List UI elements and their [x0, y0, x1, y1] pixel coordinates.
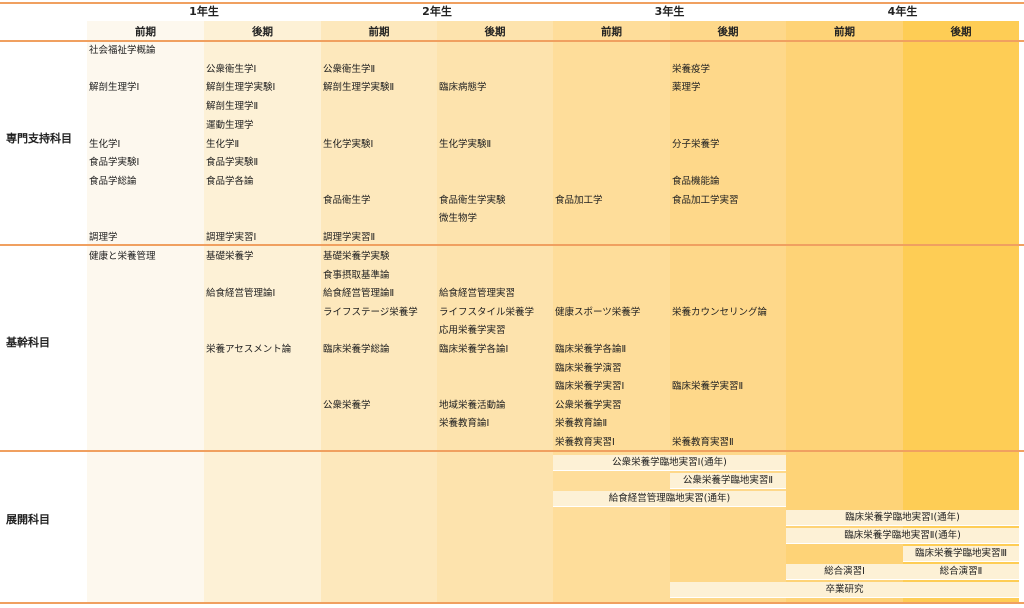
course-span-item: 公衆栄養学臨地実習Ⅱ [670, 473, 786, 490]
course-item: 食品加工学実習 [672, 194, 739, 206]
course-item: 解剖生理学Ⅱ [206, 101, 259, 113]
course-item: 調理学実習Ⅱ [323, 232, 376, 243]
course-item: 食品学総論 [89, 175, 137, 187]
category-label-core: 基幹科目 [6, 336, 50, 349]
course-item: 解剖生理学Ⅰ [89, 82, 140, 94]
semester-header: 前期 [601, 26, 622, 38]
course-item: 運動生理学 [206, 119, 254, 131]
course-item: 栄養アセスメント論 [206, 344, 292, 355]
course-item: 給食経営管理論Ⅰ [206, 288, 276, 300]
course-item: 生化学実験Ⅱ [439, 138, 492, 150]
course-item: 食事摂取基準論 [323, 269, 390, 281]
divider-line [0, 450, 1024, 452]
semester-column-bg [87, 21, 204, 604]
course-item: 栄養教育論Ⅱ [555, 418, 608, 430]
year-header: 2年生 [422, 5, 452, 18]
divider-line [0, 40, 1024, 42]
course-item: 食品学実験Ⅱ [206, 157, 259, 169]
course-item: 臨床栄養学各論Ⅱ [555, 344, 627, 355]
course-span-item: 給食経営管理臨地実習(通年) [553, 491, 786, 508]
course-item: 健康と栄養管理 [89, 251, 156, 262]
course-item: 臨床栄養学演習 [555, 362, 622, 374]
course-item: 公衆栄養学 [323, 399, 371, 411]
course-span-item: 臨床栄養学臨地実習Ⅲ [903, 546, 1019, 562]
course-item: 基礎栄養学実験 [323, 251, 390, 262]
divider-line [0, 602, 1024, 604]
course-item: 臨床栄養学実習Ⅱ [672, 381, 744, 393]
course-item: 生化学Ⅰ [89, 138, 121, 150]
course-span-item: 臨床栄養学臨地実習Ⅰ(通年) [786, 509, 1019, 526]
course-item: 公衆栄養学実習 [555, 399, 622, 411]
course-item: 生化学実験Ⅰ [323, 138, 374, 150]
course-item: 栄養教育実習Ⅱ [672, 437, 734, 448]
course-span-item: 総合演習Ⅱ [903, 564, 1019, 581]
year-header: 4年生 [887, 5, 918, 18]
course-item: 分子栄養学 [672, 138, 720, 150]
course-item: 食品衛生学 [323, 194, 371, 206]
course-item: 応用栄養学実習 [439, 325, 506, 337]
course-item: 生化学Ⅱ [206, 138, 240, 150]
course-item: 食品学各論 [206, 175, 254, 187]
course-item: 臨床栄養学総論 [323, 344, 390, 355]
course-item: 調理学 [89, 232, 118, 243]
course-item: 食品学実験Ⅰ [89, 157, 140, 169]
course-item: 臨床病態学 [439, 82, 487, 94]
semester-header: 後期 [950, 26, 972, 38]
semester-header: 前期 [135, 26, 156, 38]
course-item: ライフスタイル栄養学 [439, 306, 535, 318]
course-item: 臨床栄養学各論Ⅰ [439, 344, 509, 355]
curriculum-table: 1年生 2年生 3年生 4年生前期 後期 前期 後期 前期 後期 前期 後期専門支持科目 基幹科目展開… [0, 0, 1024, 608]
semester-header: 後期 [717, 26, 739, 38]
course-item: 微生物学 [439, 213, 478, 225]
course-item: 解剖生理学実験Ⅰ [206, 82, 276, 94]
semester-header: 前期 [368, 26, 390, 38]
course-item: 公衆衛生学Ⅰ [206, 63, 257, 75]
course-span-item: 総合演習Ⅰ [786, 564, 903, 581]
course-item: 食品衛生学実験 [439, 194, 506, 206]
course-item: 栄養カウンセリング論 [672, 306, 768, 318]
course-span-item: 公衆栄養学臨地実習Ⅰ(通年) [553, 455, 786, 471]
semester-header: 後期 [484, 26, 506, 38]
course-item: ライフステージ栄養学 [323, 306, 418, 318]
course-item: 地域栄養活動論 [439, 399, 506, 411]
course-item: 栄養教育実習Ⅰ [555, 437, 615, 448]
course-item: 栄養教育論Ⅰ [439, 418, 490, 430]
semester-header: 後期 [252, 26, 273, 38]
course-item: 食品機能論 [672, 175, 720, 187]
course-span-item: 卒業研究 [670, 582, 1019, 599]
divider-line [0, 244, 1024, 246]
year-header: 3年生 [654, 5, 685, 18]
course-item: 栄養疫学 [672, 63, 711, 75]
course-item: 食品加工学 [555, 194, 603, 206]
course-span-item: 臨床栄養学臨地実習Ⅱ(通年) [786, 527, 1019, 544]
course-item: 調理学実習Ⅰ [206, 232, 257, 243]
course-item: 社会福祉学概論 [89, 45, 156, 56]
course-item: 給食経営管理実習 [439, 288, 516, 300]
course-item: 健康スポーツ栄養学 [555, 306, 641, 318]
category-label-specialized: 専門支持科目 [6, 132, 72, 145]
course-item: 解剖生理学実験Ⅱ [323, 82, 395, 94]
course-item: 基礎栄養学 [206, 251, 254, 262]
category-label-applied: 展開科目 [6, 513, 50, 526]
course-item: 臨床栄養学実習Ⅰ [555, 381, 625, 393]
course-item: 薬理学 [672, 82, 701, 94]
year-header: 1年生 [189, 5, 219, 18]
course-item: 給食経営管理論Ⅱ [323, 288, 395, 300]
course-item: 公衆衛生学Ⅱ [323, 63, 376, 75]
semester-header: 前期 [834, 26, 855, 38]
